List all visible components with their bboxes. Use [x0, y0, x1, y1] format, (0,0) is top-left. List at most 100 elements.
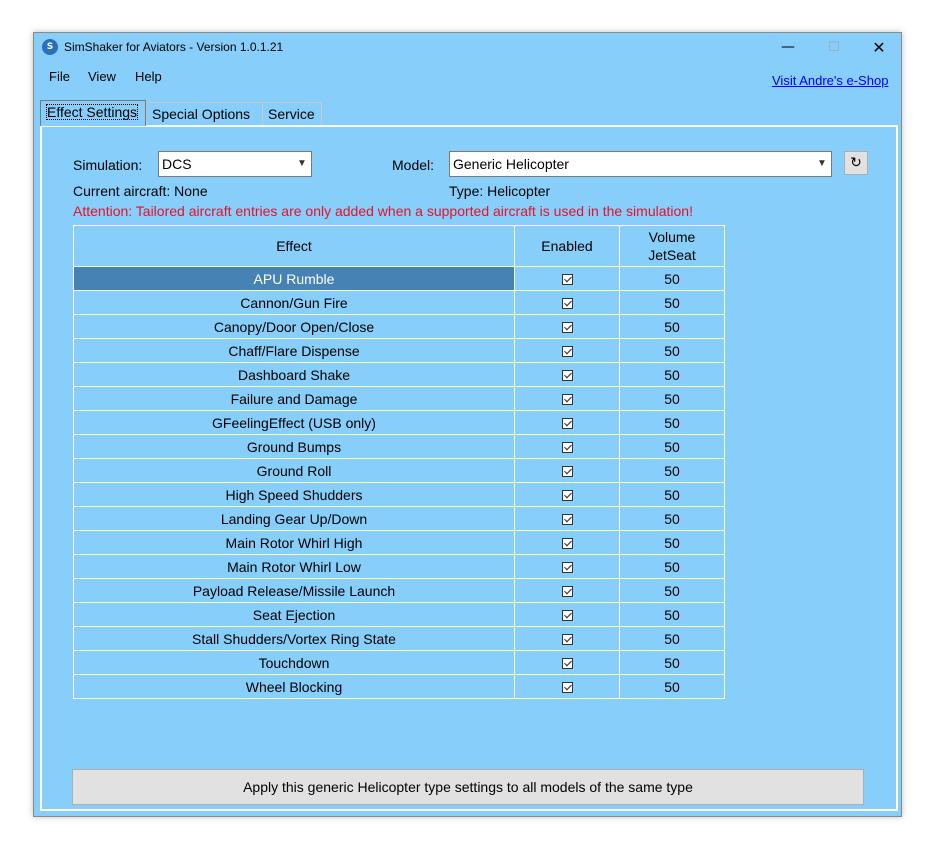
menu-file[interactable]: File	[49, 69, 70, 84]
effect-name-cell[interactable]: Failure and Damage	[73, 386, 515, 411]
enabled-cell[interactable]	[514, 530, 620, 555]
table-row[interactable]: Landing Gear Up/Down 50	[73, 506, 725, 531]
model-select[interactable]: Generic Helicopter ▼	[449, 151, 832, 177]
header-enabled[interactable]: Enabled	[514, 225, 620, 267]
table-row[interactable]: Failure and Damage 50	[73, 386, 725, 411]
volume-cell[interactable]: 50	[619, 410, 725, 435]
effect-name-cell[interactable]: Payload Release/Missile Launch	[73, 578, 515, 603]
volume-cell[interactable]: 50	[619, 578, 725, 603]
enabled-checkbox[interactable]	[561, 322, 573, 334]
enabled-checkbox[interactable]	[561, 490, 573, 502]
tab-special-options[interactable]: Special Options	[146, 102, 263, 124]
enabled-checkbox[interactable]	[561, 346, 573, 358]
effect-name-cell[interactable]: Stall Shudders/Vortex Ring State	[73, 626, 515, 651]
enabled-checkbox[interactable]	[561, 298, 573, 310]
menu-view[interactable]: View	[88, 69, 116, 84]
enabled-checkbox[interactable]	[561, 586, 573, 598]
table-row[interactable]: Seat Ejection 50	[73, 602, 725, 627]
table-row[interactable]: Canopy/Door Open/Close 50	[73, 314, 725, 339]
tab-effect-settings[interactable]: Effect Settings	[40, 100, 146, 126]
enabled-cell[interactable]	[514, 602, 620, 627]
enabled-cell[interactable]	[514, 434, 620, 459]
title-bar[interactable]: S SimShaker for Aviators - Version 1.0.1…	[34, 33, 901, 62]
enabled-checkbox[interactable]	[561, 418, 573, 430]
volume-cell[interactable]: 50	[619, 362, 725, 387]
table-row[interactable]: Wheel Blocking 50	[73, 674, 725, 699]
enabled-checkbox[interactable]	[561, 466, 573, 478]
table-row[interactable]: Touchdown 50	[73, 650, 725, 675]
table-row[interactable]: GFeelingEffect (USB only) 50	[73, 410, 725, 435]
effect-name-cell[interactable]: Landing Gear Up/Down	[73, 506, 515, 531]
volume-cell[interactable]: 50	[619, 434, 725, 459]
effect-name-cell[interactable]: Touchdown	[73, 650, 515, 675]
table-row[interactable]: Dashboard Shake 50	[73, 362, 725, 387]
effect-name-cell[interactable]: Chaff/Flare Dispense	[73, 338, 515, 363]
volume-cell[interactable]: 50	[619, 266, 725, 291]
enabled-checkbox[interactable]	[561, 274, 573, 286]
enabled-cell[interactable]	[514, 314, 620, 339]
volume-cell[interactable]: 50	[619, 554, 725, 579]
effect-name-cell[interactable]: High Speed Shudders	[73, 482, 515, 507]
volume-cell[interactable]: 50	[619, 626, 725, 651]
volume-cell[interactable]: 50	[619, 482, 725, 507]
maximize-button[interactable]: ☐	[811, 33, 857, 62]
tab-service[interactable]: Service	[262, 102, 322, 124]
enabled-checkbox[interactable]	[561, 562, 573, 574]
enabled-cell[interactable]	[514, 362, 620, 387]
enabled-cell[interactable]	[514, 290, 620, 315]
volume-cell[interactable]: 50	[619, 290, 725, 315]
enabled-checkbox[interactable]	[561, 394, 573, 406]
enabled-cell[interactable]	[514, 458, 620, 483]
table-row[interactable]: Stall Shudders/Vortex Ring State 50	[73, 626, 725, 651]
enabled-cell[interactable]	[514, 410, 620, 435]
table-row[interactable]: Main Rotor Whirl Low 50	[73, 554, 725, 579]
enabled-cell[interactable]	[514, 554, 620, 579]
volume-cell[interactable]: 50	[619, 506, 725, 531]
apply-type-settings-button[interactable]: Apply this generic Helicopter type setti…	[72, 769, 864, 805]
effect-name-cell[interactable]: Main Rotor Whirl Low	[73, 554, 515, 579]
volume-cell[interactable]: 50	[619, 386, 725, 411]
volume-cell[interactable]: 50	[619, 602, 725, 627]
refresh-button[interactable]: ↻	[844, 151, 868, 175]
volume-cell[interactable]: 50	[619, 338, 725, 363]
table-row[interactable]: Ground Roll 50	[73, 458, 725, 483]
enabled-checkbox[interactable]	[561, 610, 573, 622]
effect-name-cell[interactable]: Cannon/Gun Fire	[73, 290, 515, 315]
effect-name-cell[interactable]: Dashboard Shake	[73, 362, 515, 387]
enabled-cell[interactable]	[514, 506, 620, 531]
minimize-button[interactable]: —	[765, 33, 811, 62]
enabled-checkbox[interactable]	[561, 514, 573, 526]
volume-cell[interactable]: 50	[619, 314, 725, 339]
enabled-cell[interactable]	[514, 578, 620, 603]
enabled-cell[interactable]	[514, 626, 620, 651]
enabled-cell[interactable]	[514, 482, 620, 507]
effect-name-cell[interactable]: Canopy/Door Open/Close	[73, 314, 515, 339]
eshop-link[interactable]: Visit Andre's e-Shop	[772, 73, 888, 88]
enabled-cell[interactable]	[514, 650, 620, 675]
header-effect[interactable]: Effect	[73, 225, 515, 267]
effect-name-cell[interactable]: Wheel Blocking	[73, 674, 515, 699]
table-row[interactable]: Cannon/Gun Fire 50	[73, 290, 725, 315]
effect-name-cell[interactable]: Ground Roll	[73, 458, 515, 483]
enabled-checkbox[interactable]	[561, 634, 573, 646]
enabled-cell[interactable]	[514, 338, 620, 363]
table-row[interactable]: Main Rotor Whirl High 50	[73, 530, 725, 555]
effect-name-cell[interactable]: Seat Ejection	[73, 602, 515, 627]
enabled-cell[interactable]	[514, 674, 620, 699]
table-row[interactable]: High Speed Shudders 50	[73, 482, 725, 507]
enabled-checkbox[interactable]	[561, 538, 573, 550]
volume-cell[interactable]: 50	[619, 530, 725, 555]
enabled-checkbox[interactable]	[561, 658, 573, 670]
header-volume-jetseat[interactable]: Volume JetSeat	[619, 225, 725, 267]
enabled-checkbox[interactable]	[561, 682, 573, 694]
effect-name-cell[interactable]: GFeelingEffect (USB only)	[73, 410, 515, 435]
enabled-checkbox[interactable]	[561, 370, 573, 382]
effect-name-cell[interactable]: Main Rotor Whirl High	[73, 530, 515, 555]
volume-cell[interactable]: 50	[619, 674, 725, 699]
table-row[interactable]: Chaff/Flare Dispense 50	[73, 338, 725, 363]
enabled-cell[interactable]	[514, 386, 620, 411]
table-row[interactable]: APU Rumble 50	[73, 266, 725, 291]
enabled-cell[interactable]	[514, 266, 620, 291]
table-row[interactable]: Payload Release/Missile Launch 50	[73, 578, 725, 603]
effect-name-cell[interactable]: APU Rumble	[73, 266, 515, 291]
